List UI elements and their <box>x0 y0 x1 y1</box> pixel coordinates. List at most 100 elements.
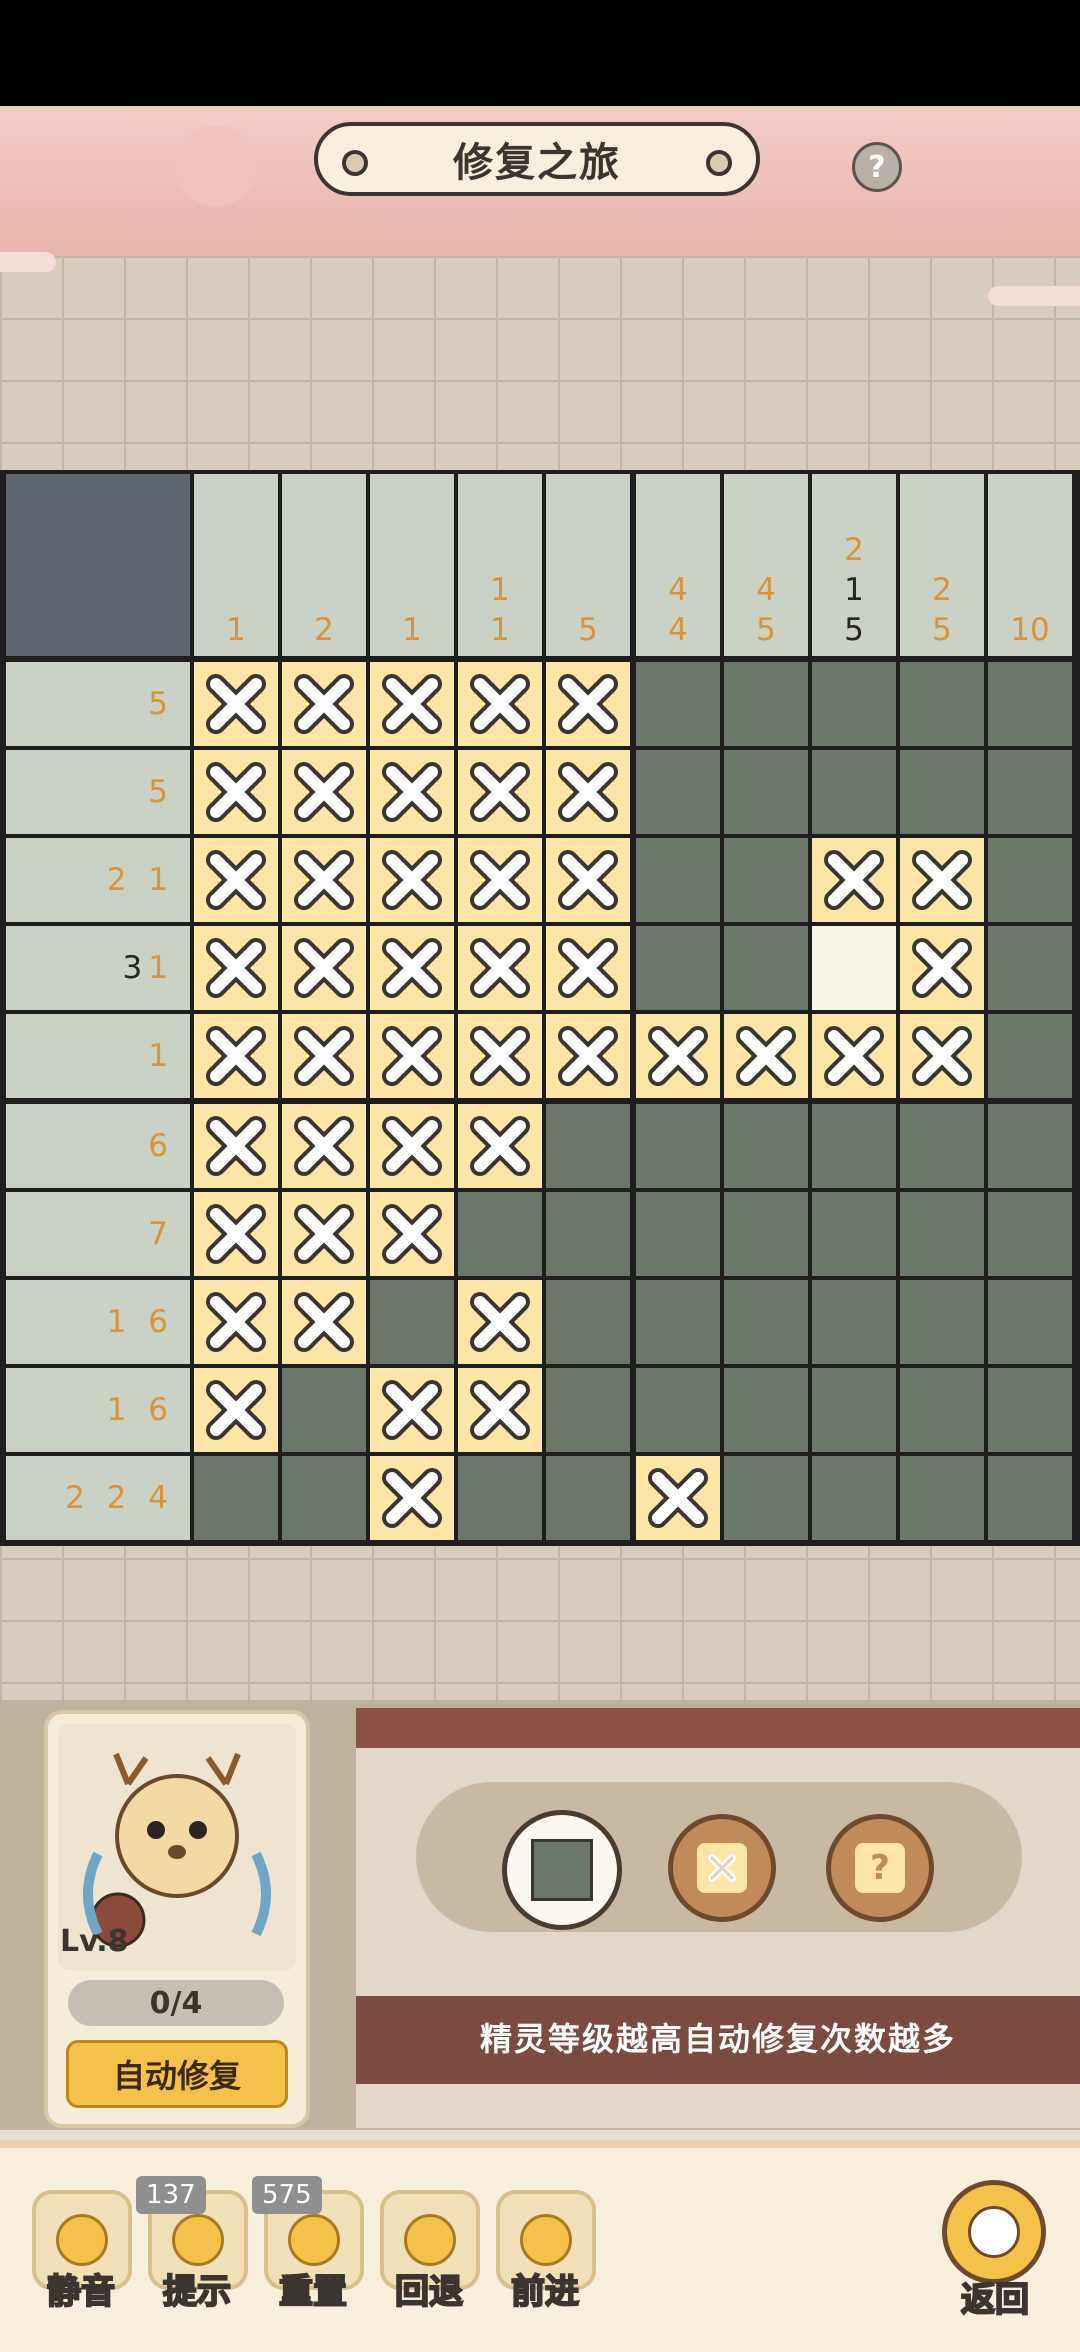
grid-cell-filled[interactable] <box>636 1280 720 1364</box>
grid-cell-crossed[interactable] <box>370 1104 454 1188</box>
grid-cell-crossed[interactable] <box>812 1014 896 1098</box>
grid-cell-crossed[interactable] <box>194 1368 278 1452</box>
grid-cell-filled[interactable] <box>812 1456 896 1540</box>
grid-cell-crossed[interactable] <box>282 1104 366 1188</box>
grid-cell-filled[interactable] <box>812 750 896 834</box>
grid-cell-filled[interactable] <box>900 662 984 746</box>
grid-cell-filled[interactable] <box>812 1104 896 1188</box>
grid-cell-empty[interactable] <box>812 926 896 1010</box>
grid-cell-filled[interactable] <box>636 1192 720 1276</box>
grid-cell-filled[interactable] <box>636 662 720 746</box>
grid-cell-crossed[interactable] <box>282 838 366 922</box>
grid-cell-crossed[interactable] <box>282 1014 366 1098</box>
grid-cell-filled[interactable] <box>724 1280 808 1364</box>
unknown-mode-button[interactable]: ? <box>826 1814 934 1922</box>
grid-cell-filled[interactable] <box>900 1192 984 1276</box>
grid-cell-crossed[interactable] <box>282 662 366 746</box>
grid-cell-filled[interactable] <box>988 1456 1072 1540</box>
grid-cell-filled[interactable] <box>636 1104 720 1188</box>
grid-cell-filled[interactable] <box>900 1456 984 1540</box>
grid-cell-filled[interactable] <box>988 750 1072 834</box>
grid-cell-crossed[interactable] <box>282 1192 366 1276</box>
grid-cell-crossed[interactable] <box>370 1368 454 1452</box>
grid-cell-filled[interactable] <box>546 1280 630 1364</box>
grid-cell-filled[interactable] <box>282 1368 366 1452</box>
grid-cell-crossed[interactable] <box>546 1014 630 1098</box>
help-button[interactable]: ? <box>852 142 902 192</box>
grid-cell-filled[interactable] <box>546 1104 630 1188</box>
grid-cell-filled[interactable] <box>988 1014 1072 1098</box>
grid-cell-crossed[interactable] <box>458 750 542 834</box>
grid-cell-crossed[interactable] <box>812 838 896 922</box>
grid-cell-crossed[interactable] <box>900 838 984 922</box>
grid-cell-crossed[interactable] <box>370 750 454 834</box>
grid-cell-filled[interactable] <box>900 1104 984 1188</box>
grid-cell-crossed[interactable] <box>194 1192 278 1276</box>
grid-cell-crossed[interactable] <box>636 1014 720 1098</box>
grid-cell-filled[interactable] <box>724 1192 808 1276</box>
grid-cell-filled[interactable] <box>636 1368 720 1452</box>
grid-cell-crossed[interactable] <box>900 1014 984 1098</box>
grid-cell-crossed[interactable] <box>458 1104 542 1188</box>
grid-cell-crossed[interactable] <box>900 926 984 1010</box>
grid-cell-filled[interactable] <box>546 1368 630 1452</box>
grid-cell-filled[interactable] <box>988 838 1072 922</box>
grid-cell-filled[interactable] <box>812 1192 896 1276</box>
grid-cell-crossed[interactable] <box>458 926 542 1010</box>
grid-cell-filled[interactable] <box>370 1280 454 1364</box>
grid-cell-crossed[interactable] <box>194 838 278 922</box>
grid-cell-crossed[interactable] <box>370 838 454 922</box>
cross-mode-button[interactable] <box>668 1814 776 1922</box>
grid-cell-filled[interactable] <box>724 662 808 746</box>
back-button[interactable] <box>942 2180 1046 2284</box>
grid-cell-filled[interactable] <box>988 1280 1072 1364</box>
grid-cell-filled[interactable] <box>458 1456 542 1540</box>
grid-cell-filled[interactable] <box>636 838 720 922</box>
grid-cell-crossed[interactable] <box>546 750 630 834</box>
grid-cell-filled[interactable] <box>194 1456 278 1540</box>
grid-cell-filled[interactable] <box>900 1368 984 1452</box>
grid-cell-crossed[interactable] <box>546 926 630 1010</box>
grid-cell-crossed[interactable] <box>370 662 454 746</box>
grid-cell-crossed[interactable] <box>370 1014 454 1098</box>
grid-cell-filled[interactable] <box>988 926 1072 1010</box>
grid-cell-filled[interactable] <box>988 662 1072 746</box>
grid-cell-crossed[interactable] <box>282 750 366 834</box>
grid-cell-filled[interactable] <box>724 750 808 834</box>
grid-cell-crossed[interactable] <box>194 1104 278 1188</box>
auto-repair-button[interactable]: 自动修复 <box>66 2040 288 2108</box>
fill-mode-button[interactable] <box>502 1810 622 1930</box>
grid-cell-crossed[interactable] <box>282 1280 366 1364</box>
grid-cell-crossed[interactable] <box>370 1192 454 1276</box>
grid-cell-filled[interactable] <box>546 1192 630 1276</box>
grid-cell-crossed[interactable] <box>458 838 542 922</box>
grid-cell-crossed[interactable] <box>724 1014 808 1098</box>
grid-cell-filled[interactable] <box>282 1456 366 1540</box>
grid-cell-filled[interactable] <box>636 926 720 1010</box>
grid-cell-crossed[interactable] <box>458 1014 542 1098</box>
grid-cell-filled[interactable] <box>900 1280 984 1364</box>
grid-cell-crossed[interactable] <box>194 1280 278 1364</box>
grid-cell-filled[interactable] <box>812 1368 896 1452</box>
grid-cell-filled[interactable] <box>812 662 896 746</box>
grid-cell-filled[interactable] <box>900 750 984 834</box>
grid-cell-filled[interactable] <box>724 838 808 922</box>
grid-cell-filled[interactable] <box>724 926 808 1010</box>
grid-cell-crossed[interactable] <box>546 662 630 746</box>
grid-cell-filled[interactable] <box>988 1104 1072 1188</box>
grid-cell-crossed[interactable] <box>370 1456 454 1540</box>
grid-cell-filled[interactable] <box>724 1456 808 1540</box>
grid-cell-crossed[interactable] <box>458 1368 542 1452</box>
grid-cell-filled[interactable] <box>546 1456 630 1540</box>
grid-cell-crossed[interactable] <box>636 1456 720 1540</box>
grid-cell-filled[interactable] <box>988 1368 1072 1452</box>
grid-cell-filled[interactable] <box>724 1368 808 1452</box>
grid-cell-filled[interactable] <box>724 1104 808 1188</box>
grid-cell-crossed[interactable] <box>194 750 278 834</box>
grid-cell-crossed[interactable] <box>194 1014 278 1098</box>
grid-cell-crossed[interactable] <box>194 926 278 1010</box>
grid-cell-filled[interactable] <box>812 1280 896 1364</box>
grid-cell-filled[interactable] <box>988 1192 1072 1276</box>
grid-cell-crossed[interactable] <box>282 926 366 1010</box>
grid-cell-crossed[interactable] <box>458 1280 542 1364</box>
